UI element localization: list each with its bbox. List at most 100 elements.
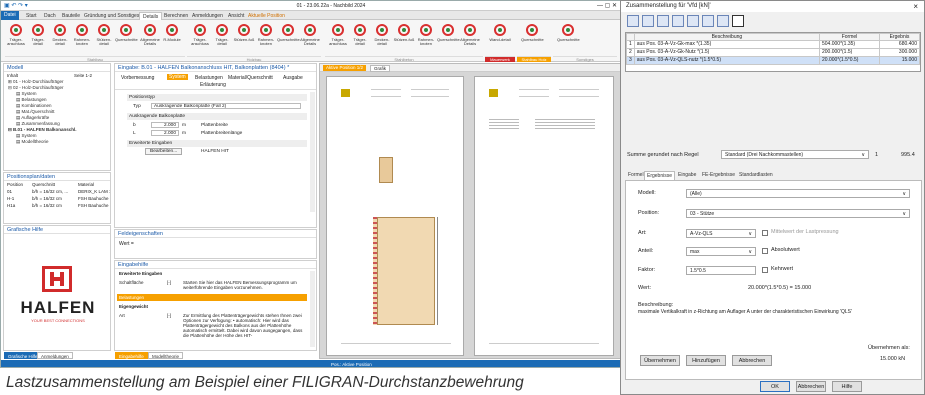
rounding-select[interactable]: Standard (Drei Nachkommastellen) ∨ (721, 150, 869, 159)
ok-button[interactable]: OK (760, 381, 790, 392)
ribbon-button[interactable]: Träger-detail (27, 22, 49, 56)
absolutwert-checkbox[interactable] (762, 248, 768, 254)
tab-formel[interactable]: Formel (626, 171, 646, 180)
ribbon-button-label: Stützen-detail (96, 37, 112, 46)
ribbon-button[interactable]: Querschnitte (437, 22, 460, 56)
tab-belastungen[interactable]: Belastungen (195, 75, 223, 81)
component-icon (32, 24, 44, 36)
tab-material[interactable]: Material/Querschnitt (228, 75, 273, 81)
quick-access-icons[interactable]: ▣ ↶ ↷ ▾ (4, 1, 28, 11)
table-row-selected[interactable]: 3 aus Pos. 03-A-Vz-QLS-nutz *(1.5*0.5) 2… (626, 56, 920, 65)
window-controls[interactable]: — ▢ ✕ (597, 1, 617, 11)
tab-vorbemessung[interactable]: Vorbemessung (121, 75, 154, 81)
ribbon-button[interactable]: R-Module (161, 22, 183, 56)
mittelwert-checkbox[interactable] (762, 230, 768, 236)
ribbon-button[interactable]: Träger-anschluss (189, 22, 211, 56)
scrollbar[interactable] (310, 271, 315, 347)
graphic-help-panel: Grafische Hilfe HALFEN YOUR BEST CONNECT… (3, 225, 111, 351)
tab-berechnen[interactable]: Berechnen (161, 12, 191, 20)
ribbon-button[interactable]: Querschnitte (557, 22, 580, 56)
l-input[interactable]: 2.000 (151, 130, 179, 136)
move-up-icon[interactable] (657, 15, 669, 27)
tab-erlaeuterung[interactable]: Erläuterung (200, 82, 226, 88)
ribbon-button[interactable]: Wand-detail (489, 22, 511, 56)
modell-select[interactable]: (Alle) ∨ (686, 189, 910, 198)
tab-anmeldungen[interactable]: Anmeldungen (189, 12, 226, 20)
ribbon-button[interactable]: Stützen-fuß (393, 22, 415, 56)
summe-unit: 1 (875, 152, 879, 158)
hilfe-row2-label: Art (119, 313, 125, 318)
table-icon[interactable] (717, 15, 729, 27)
ribbon-button[interactable]: Stützen-fuß (233, 22, 255, 56)
tab-bauteile[interactable]: Bauteile (59, 12, 83, 20)
ribbon-button[interactable]: Allgemeine Details (139, 22, 161, 56)
tab-ergebnisse[interactable]: Ergebnisse (644, 171, 676, 180)
ribbon-button[interactable]: Querschnitte (521, 22, 544, 56)
anteil-label: Anteil: (638, 248, 654, 254)
tab-eingabe[interactable]: Eingabe (676, 171, 698, 180)
tab-system[interactable]: System (167, 74, 188, 80)
tab-grafik[interactable]: Grafik (370, 65, 391, 72)
ribbon-button[interactable]: Allgemeine Details (459, 22, 481, 56)
scrollbar[interactable] (310, 92, 315, 212)
figure-caption: Lastzusammenstellung am Beispiel einer F… (6, 374, 524, 391)
table-row[interactable]: 2 aus Pos. 03-A-Vz-Gk-Nutz *(1.5) 200.00… (626, 48, 920, 57)
ribbon-button[interactable]: Rahmen-knoten (415, 22, 437, 56)
bearbeiten-button[interactable]: Bearbeiten... (145, 148, 183, 155)
tab-start[interactable]: Start (23, 12, 40, 20)
wert-value: 20.000*(1.5*0.5) = 15.000 (748, 285, 812, 291)
text-block (535, 119, 595, 131)
tab-eingabehilfe[interactable]: Eingabehilfe (115, 352, 148, 359)
ribbon-button[interactable]: Träger-anschluss (5, 22, 27, 56)
save-icon[interactable] (732, 15, 744, 27)
tab-fe-ergebnisse[interactable]: FE-Ergebnisse (700, 171, 737, 180)
chevron-down-icon: ∨ (748, 231, 752, 237)
copy-icon[interactable] (687, 15, 699, 27)
ribbon-button[interactable]: Decken-detail (371, 22, 393, 56)
close-icon[interactable]: × (913, 2, 918, 11)
cancel-button[interactable]: Abbrechen (796, 381, 826, 392)
help-button[interactable]: Hilfe (832, 381, 862, 392)
ribbon-button[interactable]: Träger-detail (349, 22, 371, 56)
tab-active-position[interactable]: Aktive Position 1/2 (323, 65, 367, 71)
balcony-detail-drawing (379, 157, 393, 183)
bottom-tab-grafische-hilfe[interactable]: Grafische Hilfe (4, 352, 42, 359)
tab-modelltheorie[interactable]: Modelltheorie (148, 352, 184, 359)
tab-aktuelle-position[interactable]: Aktuelle Position (245, 12, 288, 20)
ribbon-button[interactable]: Querschnitte (115, 22, 138, 56)
faktor-input[interactable]: 1.5*0.5 (686, 266, 756, 275)
ribbon-button[interactable]: Decken-detail (49, 22, 71, 56)
ribbon-button[interactable]: Rahmen-knoten (71, 22, 93, 56)
ribbon-button[interactable]: Träger-detail (211, 22, 233, 56)
tree-item[interactable]: ▤ Modelltheorie (8, 139, 110, 145)
status-text: Pos.: Aktive Position (331, 362, 372, 367)
tab-ausgabe[interactable]: Ausgabe (283, 75, 303, 81)
tab-gruendung[interactable]: Gründung und Sonstiges (81, 12, 142, 20)
typ-select[interactable]: Auskragende Balkonplatte (Fall 2) (151, 103, 301, 109)
ribbon-button[interactable]: Rahmen-knoten (255, 22, 277, 56)
delete-row-icon[interactable] (642, 15, 654, 27)
ribbon-button[interactable]: Stützen-detail (93, 22, 115, 56)
insert-row-icon[interactable] (627, 15, 639, 27)
tab-dach[interactable]: Dach (41, 12, 59, 20)
abbrechen-inner-button[interactable]: Abbrechen (732, 355, 772, 366)
tab-datei[interactable]: Datei (1, 11, 19, 20)
tab-standardlasten[interactable]: Standardlasten (737, 171, 775, 180)
kehrwert-checkbox[interactable] (762, 267, 768, 273)
ribbon-button[interactable]: Querschnitte (277, 22, 300, 56)
b-input[interactable]: 2.000 (151, 122, 179, 128)
ribbon-button[interactable]: Allgemeine Details (299, 22, 321, 56)
uebernehmen-button[interactable]: Übernehmen (640, 355, 680, 366)
ribbon-button[interactable]: Träger-anschluss (327, 22, 349, 56)
anteil-select[interactable]: max ∨ (686, 247, 756, 256)
art-select[interactable]: A-Vz-QLS ∨ (686, 229, 756, 238)
move-down-icon[interactable] (672, 15, 684, 27)
ribbon-button-label: Träger-detail (215, 37, 229, 46)
ribbon-button-label: Allgemeine Details (460, 37, 480, 46)
hinzufuegen-button[interactable]: Hinzufügen (686, 355, 726, 366)
position-select[interactable]: 03 - Stütze ∨ (686, 209, 910, 218)
bottom-tab-anmeldungen[interactable]: Anmeldungen (37, 352, 73, 359)
table-row[interactable]: 1 aus Pos. 03-A-Vz-Gk-max *(1.35) 504.00… (626, 40, 920, 49)
paste-icon[interactable] (702, 15, 714, 27)
tab-details[interactable]: Details (139, 12, 163, 20)
